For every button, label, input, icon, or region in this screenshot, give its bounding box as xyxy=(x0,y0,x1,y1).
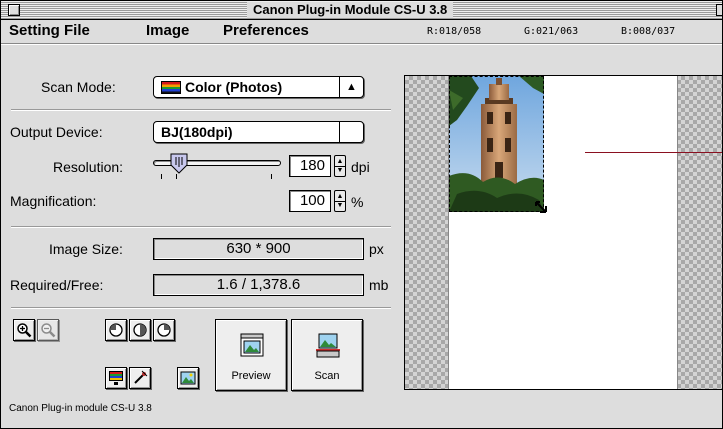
scan-label: Scan xyxy=(314,370,340,382)
color-adjust-button[interactable] xyxy=(105,367,127,389)
zoom-in-button[interactable] xyxy=(13,319,35,341)
close-box[interactable] xyxy=(8,4,20,16)
zoom-in-icon xyxy=(17,323,32,338)
required-free-unit: mb xyxy=(369,277,389,293)
marker-line xyxy=(585,152,722,153)
slider-thumb[interactable] xyxy=(169,153,189,175)
resolution-unit: dpi xyxy=(351,159,370,175)
resolution-label: Resolution: xyxy=(53,159,124,175)
eyedropper-button[interactable] xyxy=(129,367,151,389)
rotate-left-icon xyxy=(109,323,123,337)
status-line: Canon Plug-in module CS-U 3.8 xyxy=(9,403,152,414)
separator xyxy=(11,307,391,309)
scan-mode-value: Color (Photos) xyxy=(185,79,283,95)
title-bar[interactable]: Canon Plug-in Module CS-U 3.8 xyxy=(1,1,722,20)
magnification-label: Magnification: xyxy=(10,193,97,209)
arrow-up-icon[interactable]: ▲ xyxy=(336,157,344,166)
menu-image[interactable]: Image xyxy=(146,22,189,40)
slider-tick xyxy=(176,174,177,179)
separator xyxy=(11,226,391,228)
eyedropper-icon xyxy=(134,370,148,384)
zoom-out-icon xyxy=(41,323,56,338)
color-bars-icon xyxy=(161,81,181,94)
paper-page[interactable] xyxy=(448,76,722,389)
rotate-left-button[interactable] xyxy=(105,319,127,341)
red-readout: R:018/058 xyxy=(427,26,482,37)
color-adjust-icon xyxy=(109,371,123,385)
popup-arrows-icon xyxy=(339,122,363,142)
resolution-slider[interactable] xyxy=(151,153,281,183)
magnification-stepper[interactable]: ▲ ▼ xyxy=(334,190,346,212)
scan-button[interactable]: Scan xyxy=(291,319,363,391)
arrow-down-icon[interactable]: ▼ xyxy=(336,166,344,175)
flip-icon xyxy=(133,323,147,337)
scan-mode-popup[interactable]: Color (Photos) ▲ xyxy=(153,76,364,98)
resolution-stepper[interactable]: ▲ ▼ xyxy=(334,155,346,177)
arrow-up-icon[interactable]: ▲ xyxy=(336,192,344,201)
resize-handle-icon[interactable] xyxy=(534,200,548,214)
required-free-label: Required/Free: xyxy=(10,277,104,293)
popup-arrows-icon: ▲ xyxy=(339,77,363,97)
plugin-window: Canon Plug-in Module CS-U 3.8 Setting Fi… xyxy=(0,0,723,429)
menu-preferences[interactable]: Preferences xyxy=(223,22,309,40)
image-size-label: Image Size: xyxy=(49,241,123,257)
preview-label: Preview xyxy=(231,370,271,382)
blue-readout: B:008/037 xyxy=(621,26,676,37)
image-size-value: 630 * 900 xyxy=(153,238,364,260)
magnification-unit: % xyxy=(351,194,364,210)
selection-marquee[interactable] xyxy=(449,76,544,212)
preview-area[interactable] xyxy=(404,75,722,390)
slider-tick xyxy=(271,174,272,179)
preview-icon xyxy=(240,333,264,357)
green-readout: G:021/063 xyxy=(524,26,579,37)
scan-mode-label: Scan Mode: xyxy=(41,79,116,95)
image-size-unit: px xyxy=(369,241,384,257)
flip-button[interactable] xyxy=(129,319,151,341)
rotate-right-icon xyxy=(157,323,171,337)
window-title: Canon Plug-in Module CS-U 3.8 xyxy=(247,2,454,18)
required-free-value: 1.6 / 1,378.6 xyxy=(153,274,364,296)
separator xyxy=(11,109,391,111)
output-device-label: Output Device: xyxy=(10,124,103,140)
preview-button[interactable]: Preview xyxy=(215,319,287,391)
picture-button[interactable] xyxy=(177,367,199,389)
arrow-down-icon[interactable]: ▼ xyxy=(336,201,344,210)
magnification-field[interactable]: 100 xyxy=(289,190,331,212)
zoom-out-button[interactable] xyxy=(37,319,59,341)
output-device-value: BJ(180dpi) xyxy=(161,124,233,140)
menu-bar: Setting File Image Preferences R:018/058… xyxy=(1,20,722,44)
resolution-field[interactable]: 180 xyxy=(289,155,331,177)
picture-icon xyxy=(180,371,196,385)
scan-icon xyxy=(316,333,340,358)
slider-tick xyxy=(161,174,162,179)
rotate-right-button[interactable] xyxy=(153,319,175,341)
zoom-box[interactable] xyxy=(716,4,722,16)
output-device-popup[interactable]: BJ(180dpi) xyxy=(153,121,364,143)
menu-setting-file[interactable]: Setting File xyxy=(9,22,90,40)
